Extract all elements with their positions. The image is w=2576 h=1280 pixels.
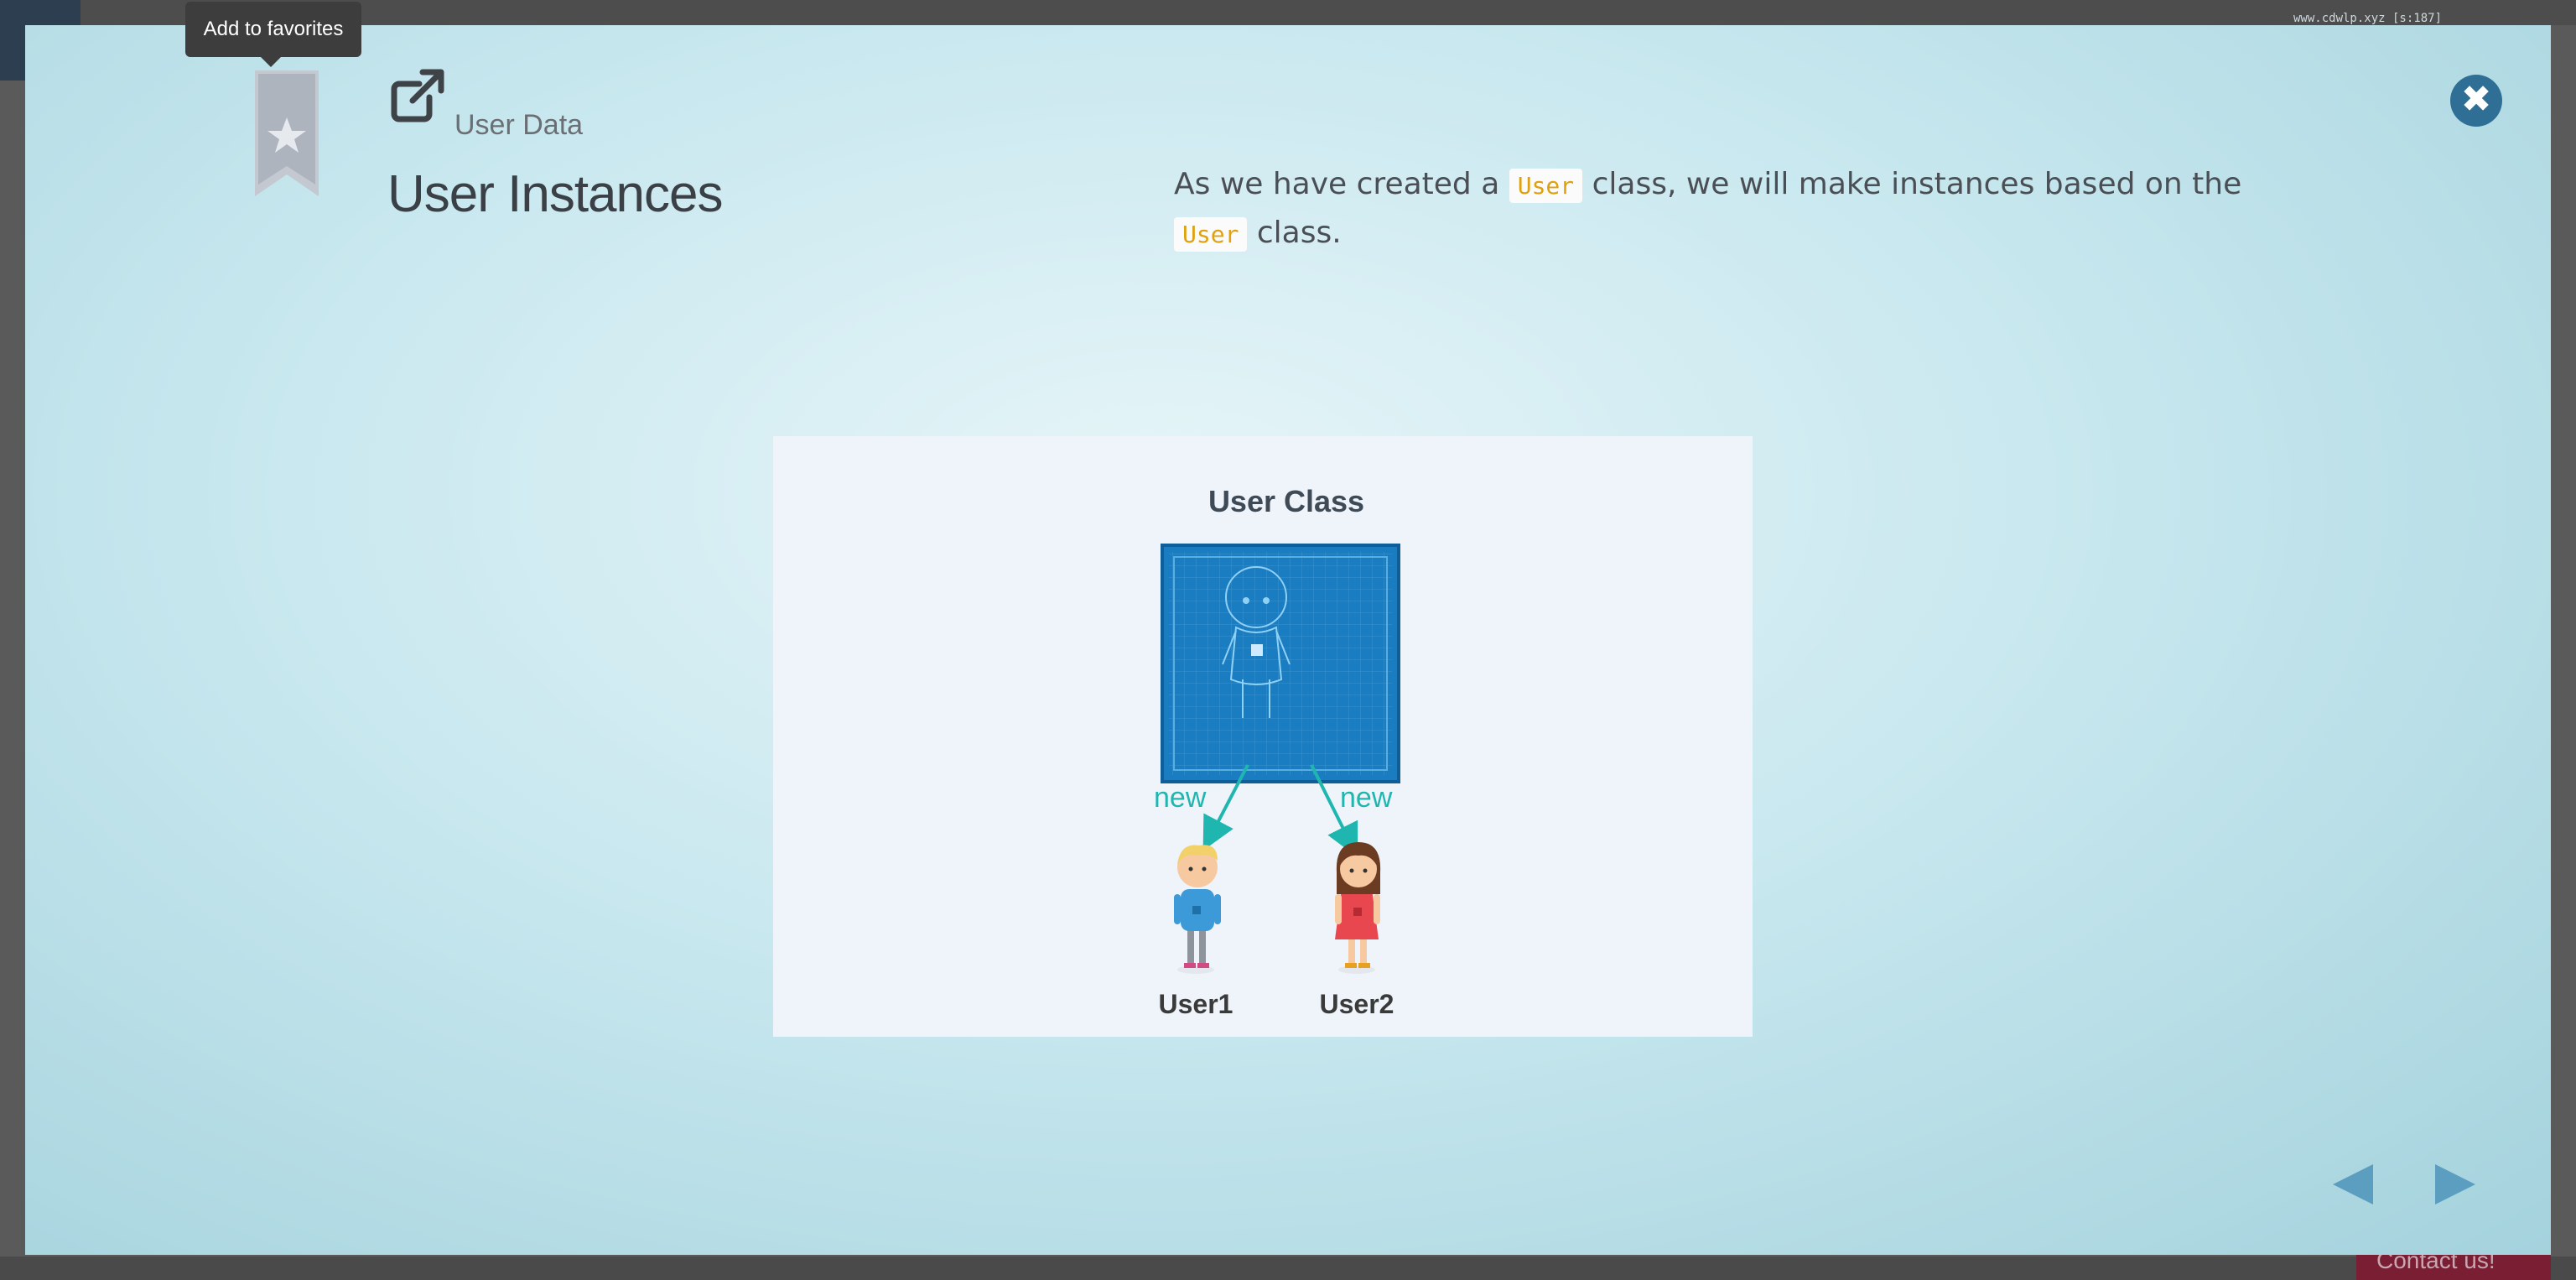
tooltip-arrow xyxy=(261,57,281,67)
illustration-svg: User Class new new User1 User2 xyxy=(1154,484,1400,1019)
user1-figure xyxy=(1174,845,1221,974)
prev-arrow-icon[interactable] xyxy=(2328,1161,2378,1208)
section-label: User Data xyxy=(454,109,584,141)
background-top-bar xyxy=(0,0,2576,25)
page-title: User Instances xyxy=(387,165,724,223)
background-bottom-bar xyxy=(0,1257,2576,1280)
description-text: As we have created a User class, we will… xyxy=(1174,161,2264,258)
user2-figure xyxy=(1335,842,1381,974)
external-link-icon[interactable] xyxy=(387,65,448,126)
description-part-2: class, we will make instances based on t… xyxy=(1582,167,2242,201)
user2-label: User2 xyxy=(1320,989,1394,1019)
background-address-text: www.cdwlp.xyz [s:187] xyxy=(2293,12,2443,25)
favorites-tooltip: Add to favorites xyxy=(185,2,361,57)
description-part-3: class. xyxy=(1247,216,1342,250)
close-icon: ✖ xyxy=(2460,78,2492,121)
close-button[interactable]: ✖ xyxy=(2450,75,2502,127)
next-arrow-icon[interactable] xyxy=(2430,1161,2480,1208)
figure-title: User Class xyxy=(1208,484,1364,518)
blueprint-box xyxy=(1161,544,1400,783)
code-user-2: User xyxy=(1174,217,1248,252)
arrow-label-left: new xyxy=(1154,782,1207,814)
description-part-1: As we have created a xyxy=(1174,167,1509,201)
code-user-1: User xyxy=(1509,169,1583,203)
user1-label: User1 xyxy=(1159,989,1233,1019)
favorite-bookmark-button[interactable] xyxy=(243,70,330,196)
arrow-label-right: new xyxy=(1340,782,1393,814)
user-class-illustration: User Class new new User1 User2 xyxy=(773,436,1753,1037)
